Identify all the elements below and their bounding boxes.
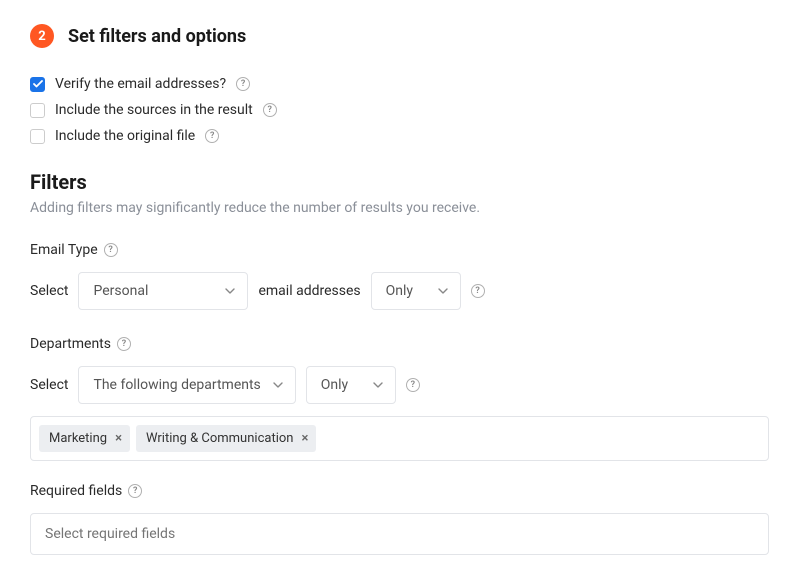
email-type-mode-select[interactable]: Only xyxy=(371,272,461,310)
verify-label: Verify the email addresses? xyxy=(55,76,226,92)
email-type-label: Email Type ? xyxy=(30,242,769,258)
departments-mode-select[interactable]: Only xyxy=(306,366,396,404)
email-type-row: Select Personal email addresses Only ? xyxy=(30,272,769,310)
include-sources-label: Include the sources in the result xyxy=(55,102,253,118)
chevron-down-icon xyxy=(225,288,235,294)
include-original-checkbox[interactable] xyxy=(30,129,45,144)
tag-remove-icon[interactable]: × xyxy=(115,432,122,445)
options-group: Verify the email addresses? ? Include th… xyxy=(30,76,769,144)
departments-select-prefix: Select xyxy=(30,377,68,393)
department-tag-label: Writing & Communication xyxy=(146,431,293,446)
department-tag-label: Marketing xyxy=(49,431,107,446)
option-verify-row: Verify the email addresses? ? xyxy=(30,76,769,92)
departments-label-text: Departments xyxy=(30,336,111,352)
option-original-row: Include the original file ? xyxy=(30,128,769,144)
chevron-down-icon xyxy=(373,382,383,388)
help-icon[interactable]: ? xyxy=(471,284,485,298)
include-original-label: Include the original file xyxy=(55,128,195,144)
help-icon[interactable]: ? xyxy=(406,378,420,392)
email-type-mid-text: email addresses xyxy=(258,283,360,299)
chevron-down-icon xyxy=(438,288,448,294)
step-number-badge: 2 xyxy=(30,24,54,48)
email-type-select-prefix: Select xyxy=(30,283,68,299)
email-type-mode-value: Only xyxy=(386,283,413,299)
help-icon[interactable]: ? xyxy=(236,77,250,91)
include-sources-checkbox[interactable] xyxy=(30,103,45,118)
option-sources-row: Include the sources in the result ? xyxy=(30,102,769,118)
tag-remove-icon[interactable]: × xyxy=(301,432,308,445)
help-icon[interactable]: ? xyxy=(104,243,118,257)
email-type-select[interactable]: Personal xyxy=(78,272,248,310)
departments-row: Select The following departments Only ? xyxy=(30,366,769,404)
department-tag: Marketing × xyxy=(39,425,130,452)
filters-heading: Filters xyxy=(30,170,769,194)
chevron-down-icon xyxy=(273,382,283,388)
departments-tags-container[interactable]: Marketing × Writing & Communication × xyxy=(30,416,769,461)
email-type-label-text: Email Type xyxy=(30,242,98,258)
step-header: 2 Set filters and options xyxy=(30,24,769,48)
filters-subtitle: Adding filters may significantly reduce … xyxy=(30,200,769,216)
help-icon[interactable]: ? xyxy=(263,103,277,117)
departments-select[interactable]: The following departments xyxy=(78,366,295,404)
departments-label: Departments ? xyxy=(30,336,769,352)
verify-checkbox[interactable] xyxy=(30,77,45,92)
help-icon[interactable]: ? xyxy=(117,337,131,351)
help-icon[interactable]: ? xyxy=(128,484,142,498)
help-icon[interactable]: ? xyxy=(205,129,219,143)
step-title: Set filters and options xyxy=(68,26,246,47)
required-fields-label-text: Required fields xyxy=(30,483,122,499)
department-tag: Writing & Communication × xyxy=(136,425,316,452)
departments-select-value: The following departments xyxy=(93,377,260,393)
email-type-select-value: Personal xyxy=(93,283,148,299)
departments-mode-value: Only xyxy=(321,377,348,393)
required-fields-input[interactable] xyxy=(30,513,769,555)
required-fields-label: Required fields ? xyxy=(30,483,769,499)
